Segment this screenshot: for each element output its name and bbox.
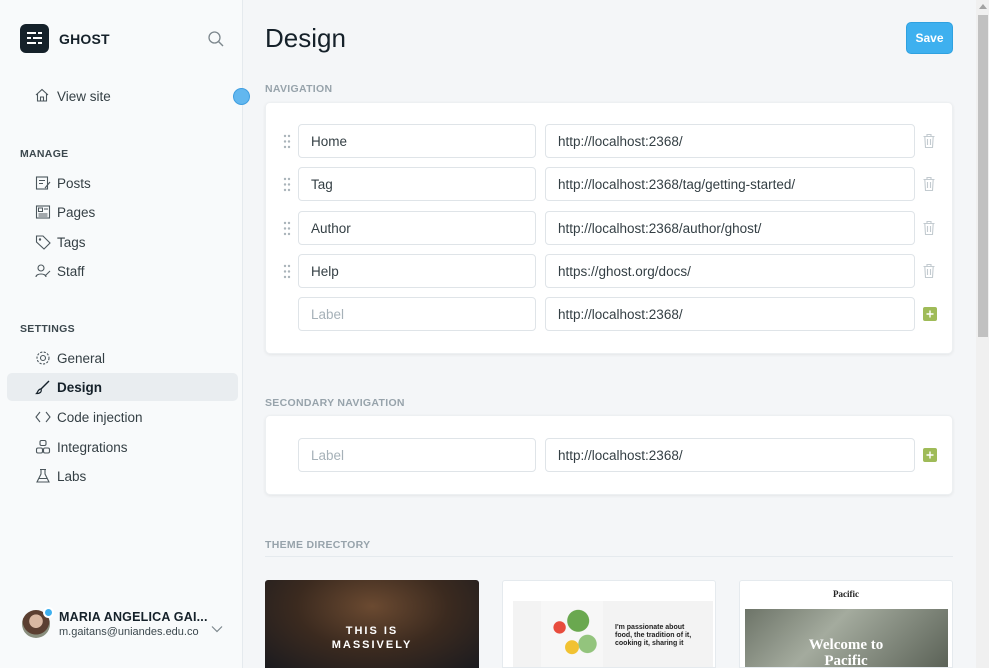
- trash-icon[interactable]: [922, 220, 936, 236]
- nav-label-input[interactable]: Help: [298, 254, 536, 288]
- main-content: Design Save NAVIGATION Home http://local…: [243, 0, 976, 668]
- nav-new-row: Label http://localhost:2368/: [266, 438, 954, 472]
- settings-section-title: SETTINGS: [20, 323, 75, 335]
- brush-icon: [34, 378, 52, 396]
- code-icon: [34, 408, 52, 426]
- new-label-input[interactable]: Label: [298, 438, 536, 472]
- sidebar-item-design[interactable]: Design: [7, 373, 238, 401]
- nav-row: Author http://localhost:2368/author/ghos…: [266, 211, 954, 245]
- integrations-icon: [34, 438, 52, 456]
- nav-row: Home http://localhost:2368/: [266, 124, 954, 158]
- theme-card-alto[interactable]: I'm passionate about food, the tradition…: [502, 580, 716, 668]
- view-site-link[interactable]: View site: [34, 87, 111, 106]
- divider: [265, 556, 953, 557]
- theme-heading: Welcome to Pacific: [808, 637, 884, 668]
- user-name: MARIA ANGELICA GAI...: [59, 610, 208, 624]
- scroll-up-arrow-icon[interactable]: [979, 4, 987, 9]
- sidebar-item-code-injection[interactable]: Code injection: [7, 403, 238, 431]
- manage-section-title: MANAGE: [20, 148, 69, 160]
- user-menu[interactable]: MARIA ANGELICA GAI... m.gaitans@uniandes…: [22, 607, 208, 638]
- trash-icon[interactable]: [922, 176, 936, 192]
- chevron-down-icon[interactable]: [211, 620, 223, 638]
- status-dot: [43, 607, 54, 618]
- nav-url-input[interactable]: http://localhost:2368/author/ghost/: [545, 211, 915, 245]
- nav-url-input[interactable]: http://localhost:2368/tag/getting-starte…: [545, 167, 915, 201]
- add-item-button[interactable]: [923, 307, 937, 321]
- drag-handle-icon[interactable]: [283, 221, 291, 236]
- drag-handle-icon[interactable]: [283, 264, 291, 279]
- trash-icon[interactable]: [922, 133, 936, 149]
- posts-icon: [34, 174, 52, 192]
- theme-heading: I'm passionate about food, the tradition…: [615, 624, 692, 647]
- brand[interactable]: GHOST: [20, 24, 110, 53]
- sidebar-item-label: Tags: [57, 234, 86, 250]
- sidebar-item-label: General: [57, 350, 106, 366]
- sidebar-item-label: Labs: [57, 468, 87, 484]
- new-url-input[interactable]: http://localhost:2368/: [545, 297, 915, 331]
- nav-label-input[interactable]: Author: [298, 211, 536, 245]
- add-item-button[interactable]: [923, 448, 937, 462]
- new-label-input[interactable]: Label: [298, 297, 536, 331]
- avatar: [22, 607, 54, 638]
- theme-name: Pacific: [833, 589, 859, 599]
- sidebar-item-label: Design: [57, 379, 103, 395]
- save-button[interactable]: Save: [906, 22, 953, 54]
- theme-card-pacific[interactable]: Pacific Welcome to Pacific: [739, 580, 953, 668]
- scrollbar-thumb[interactable]: [978, 15, 988, 337]
- sidebar-item-label: Posts: [57, 175, 91, 191]
- sidebar-item-posts[interactable]: Posts: [7, 169, 238, 197]
- theme-image: [541, 601, 603, 667]
- theme-directory-title: THEME DIRECTORY: [265, 539, 371, 551]
- page-title: Design: [265, 23, 346, 53]
- nav-label-input[interactable]: Home: [298, 124, 536, 158]
- drag-handle-icon[interactable]: [283, 177, 291, 192]
- flask-icon: [34, 467, 52, 485]
- theme-card-massively[interactable]: THIS IS MASSIVELY: [265, 580, 479, 668]
- sidebar-item-staff[interactable]: Staff: [7, 257, 238, 285]
- staff-icon: [34, 262, 52, 280]
- navigation-title: NAVIGATION: [265, 83, 333, 95]
- gear-icon: [34, 349, 52, 367]
- sidebar: GHOST View site MANAGE Posts Pages Tags …: [0, 0, 250, 668]
- secondary-navigation-panel: Label http://localhost:2368/: [265, 415, 953, 495]
- sidebar-item-pages[interactable]: Pages: [7, 198, 238, 226]
- user-email: m.gaitans@uniandes.edu.co: [59, 626, 199, 638]
- nav-url-input[interactable]: https://ghost.org/docs/: [545, 254, 915, 288]
- trash-icon[interactable]: [922, 263, 936, 279]
- nav-url-input[interactable]: http://localhost:2368/: [545, 124, 915, 158]
- new-url-input[interactable]: http://localhost:2368/: [545, 438, 915, 472]
- sidebar-item-label: Integrations: [57, 439, 128, 455]
- sidebar-item-integrations[interactable]: Integrations: [7, 433, 238, 461]
- ghost-logo-icon: [20, 24, 49, 53]
- sidebar-item-label: Code injection: [57, 409, 143, 425]
- brand-name: GHOST: [59, 30, 110, 47]
- sidebar-item-tags[interactable]: Tags: [7, 228, 238, 256]
- nav-row: Help https://ghost.org/docs/: [266, 254, 954, 288]
- drag-handle-icon[interactable]: [283, 134, 291, 149]
- sidebar-item-label: Staff: [57, 263, 85, 279]
- sidebar-item-general[interactable]: General: [7, 344, 238, 372]
- theme-heading: THIS IS MASSIVELY: [331, 625, 413, 651]
- tag-icon: [34, 233, 52, 251]
- sidebar-item-label: Pages: [57, 204, 96, 220]
- view-site-label: View site: [57, 89, 111, 104]
- nav-label-input[interactable]: Tag: [298, 167, 536, 201]
- nav-row: Tag http://localhost:2368/tag/getting-st…: [266, 167, 954, 201]
- nav-new-row: Label http://localhost:2368/: [266, 297, 954, 331]
- sidebar-item-labs[interactable]: Labs: [7, 462, 238, 490]
- pages-icon: [34, 203, 52, 221]
- home-icon: [34, 87, 57, 106]
- search-icon[interactable]: [207, 30, 225, 48]
- secondary-navigation-title: SECONDARY NAVIGATION: [265, 397, 405, 409]
- navigation-panel: Home http://localhost:2368/ Tag http://l…: [265, 102, 953, 354]
